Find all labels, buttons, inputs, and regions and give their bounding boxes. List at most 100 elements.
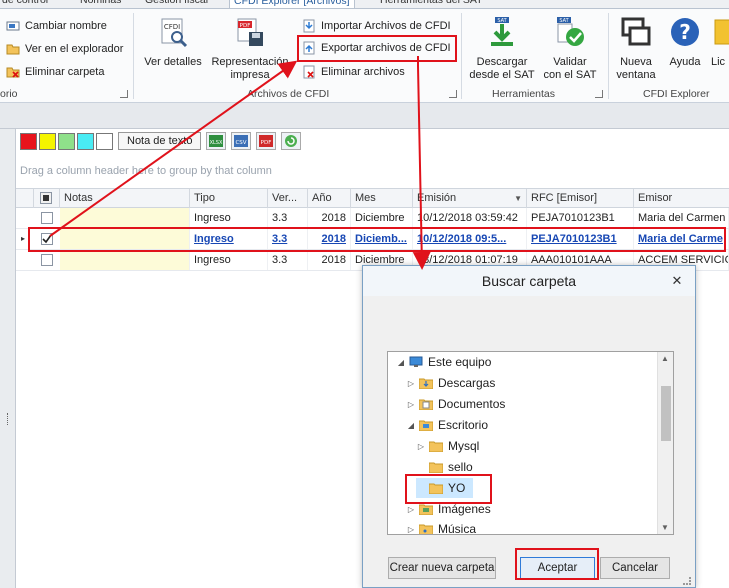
expand-arrow-icon[interactable]: ▷ xyxy=(406,379,416,388)
column-header-notas[interactable]: Notas xyxy=(60,189,190,208)
aceptar-button[interactable]: Aceptar xyxy=(520,557,595,579)
row-notes-cell[interactable] xyxy=(60,208,190,228)
tree-item-este-equipo[interactable]: ◢ Este equipo xyxy=(396,352,491,372)
ribbon: Cambiar nombre Ver en el explorador Elim… xyxy=(0,9,729,103)
group2-launcher-icon[interactable] xyxy=(449,90,457,98)
tab-nominas[interactable]: Nominas xyxy=(76,0,125,8)
select-all-checkbox[interactable] xyxy=(40,192,52,204)
csv-icon: CSV xyxy=(234,135,249,147)
color-swatch-cyan[interactable] xyxy=(77,132,94,150)
row-checkbox-checked[interactable] xyxy=(41,233,53,245)
tree-item-imagenes[interactable]: ▷ Imágenes xyxy=(406,499,491,519)
row-anio: 2018 xyxy=(308,208,351,228)
tree-item-sello[interactable]: sello xyxy=(416,457,473,477)
ver-en-el-explorador-button[interactable]: Ver en el explorador xyxy=(6,39,123,58)
refresh-button[interactable] xyxy=(281,132,302,150)
tree-item-yo-selected[interactable]: YO xyxy=(416,478,474,498)
dialog-close-button[interactable]: ✕ xyxy=(666,271,688,291)
column-header-anio[interactable]: Año xyxy=(308,189,351,208)
row-notes-cell[interactable] xyxy=(60,229,190,249)
group3-launcher-icon[interactable] xyxy=(595,90,603,98)
column-header-version[interactable]: Ver... xyxy=(268,189,308,208)
tree-item-musica[interactable]: ▷ Música xyxy=(406,519,476,534)
column-header-tipo[interactable]: Tipo xyxy=(190,189,268,208)
exportar-archivos-de-cfdi-button[interactable]: Exportar archivos de CFDI xyxy=(302,38,451,57)
folder-tree[interactable]: ◢ Este equipo ▷ Descargas ▷ Documentos ◢… xyxy=(387,351,674,535)
tree-item-mysql[interactable]: ▷ Mysql xyxy=(416,436,479,456)
importar-archivos-de-cfdi-button[interactable]: Importar Archivos de CFDI xyxy=(302,16,451,35)
column-header-emision[interactable]: Emisión ▼ xyxy=(413,189,527,208)
color-swatch-red[interactable] xyxy=(20,132,37,150)
buscar-carpeta-dialog: Buscar carpeta ✕ ◢ Este equipo ▷ Descarg… xyxy=(362,265,696,588)
export-xlsx-button[interactable]: XLSX xyxy=(206,132,227,150)
scrollbar-thumb[interactable] xyxy=(661,386,671,441)
export-pdf-button[interactable]: PDF xyxy=(256,132,277,150)
eliminar-archivos-button[interactable]: Eliminar archivos xyxy=(302,62,405,81)
tab-gestion-fiscal[interactable]: Gestion fiscal xyxy=(141,0,212,8)
tree-item-label: Mysql xyxy=(448,439,480,453)
ayuda-button[interactable]: ? Ayuda xyxy=(665,16,705,69)
export-csv-button[interactable]: CSV xyxy=(231,132,252,150)
column-header-emisor[interactable]: Emisor xyxy=(634,189,729,208)
color-swatch-yellow[interactable] xyxy=(39,132,56,150)
scroll-down-icon[interactable]: ▼ xyxy=(661,523,669,532)
nueva-ventana-button[interactable]: Nueva ventana xyxy=(614,16,658,82)
scroll-up-icon[interactable]: ▲ xyxy=(661,354,669,363)
tree-item-label: Imágenes xyxy=(438,502,491,516)
importar-archivos-label: Importar Archivos de CFDI xyxy=(321,19,451,32)
tab-herramientas-del-sat[interactable]: Herramientas del SAT xyxy=(376,0,487,8)
validar-con-el-sat-button[interactable]: SAT Validar con el SAT xyxy=(541,16,599,82)
representacion-impresa-button[interactable]: PDF Representación impresa xyxy=(210,16,290,82)
tab-panel-de-control[interactable]: de control xyxy=(0,0,52,8)
tree-item-label: sello xyxy=(448,460,473,474)
table-row[interactable]: Ingreso 3.3 2018 Diciembre 10/12/2018 03… xyxy=(16,208,729,229)
eliminar-archivos-label: Eliminar archivos xyxy=(321,65,405,78)
tree-item-descargas[interactable]: ▷ Descargas xyxy=(406,373,495,393)
collapse-arrow-icon[interactable]: ◢ xyxy=(396,358,406,367)
validar-label-2: con el SAT xyxy=(543,69,597,81)
descargar-desde-el-sat-button[interactable]: SAT Descargar desde el SAT xyxy=(467,16,537,82)
cambiar-nombre-button[interactable]: Cambiar nombre xyxy=(6,16,107,35)
expand-arrow-icon[interactable]: ▷ xyxy=(416,442,426,451)
collapse-arrow-icon[interactable]: ◢ xyxy=(406,421,416,430)
header-select-all[interactable] xyxy=(34,189,60,208)
row-anio: 2018 xyxy=(308,250,351,270)
nota-de-texto-button[interactable]: Nota de texto xyxy=(118,132,202,150)
licencia-button[interactable]: Lic xyxy=(711,16,729,69)
column-header-rfc-emisor[interactable]: RFC [Emisor] xyxy=(527,189,634,208)
expand-arrow-icon[interactable]: ▷ xyxy=(406,400,416,409)
group1-launcher-icon[interactable] xyxy=(120,90,128,98)
tree-item-escritorio[interactable]: ◢ Escritorio xyxy=(406,415,488,435)
computer-icon xyxy=(409,356,423,367)
splitter-grip-icon xyxy=(7,413,9,425)
row-tipo: Ingreso xyxy=(190,229,268,249)
row-tipo: Ingreso xyxy=(190,250,268,270)
resize-grip-icon[interactable] xyxy=(683,577,691,585)
crear-nueva-carpeta-button[interactable]: Crear nueva carpeta xyxy=(388,557,496,579)
row-version: 3.3 xyxy=(268,250,308,270)
color-swatch-green[interactable] xyxy=(58,132,75,150)
color-swatch-white[interactable] xyxy=(96,132,113,150)
row-checkbox[interactable] xyxy=(41,212,53,224)
descargar-label-1: Descargar xyxy=(476,56,528,68)
row-checkbox[interactable] xyxy=(41,254,53,266)
svg-text:CFDI: CFDI xyxy=(164,23,180,31)
folder-icon xyxy=(429,483,443,494)
tab-cfdi-explorer-archivos[interactable]: CFDI Explorer [Archivos] xyxy=(229,0,355,8)
expand-arrow-icon[interactable]: ▷ xyxy=(406,525,416,534)
pictures-folder-icon xyxy=(419,504,433,515)
tree-item-documentos[interactable]: ▷ Documentos xyxy=(406,394,505,414)
eliminar-carpeta-button[interactable]: Eliminar carpeta xyxy=(6,62,104,81)
left-splitter[interactable] xyxy=(0,129,15,588)
tree-scrollbar[interactable]: ▲ ▼ xyxy=(657,352,673,534)
tree-item-label: Este equipo xyxy=(428,355,492,369)
cancelar-button[interactable]: Cancelar xyxy=(600,557,670,579)
row-notes-cell[interactable] xyxy=(60,250,190,270)
eliminar-carpeta-label: Eliminar carpeta xyxy=(25,65,105,78)
ver-detalles-button[interactable]: CFDI Ver detalles xyxy=(142,16,204,69)
column-header-mes[interactable]: Mes xyxy=(351,189,413,208)
dialog-title: Buscar carpeta xyxy=(363,266,695,296)
expand-arrow-icon[interactable]: ▷ xyxy=(406,505,416,514)
pdf-save-icon: PDF xyxy=(237,18,263,46)
table-row-selected[interactable]: ▸ Ingreso 3.3 2018 Diciemb... 10/12/2018… xyxy=(16,229,729,250)
